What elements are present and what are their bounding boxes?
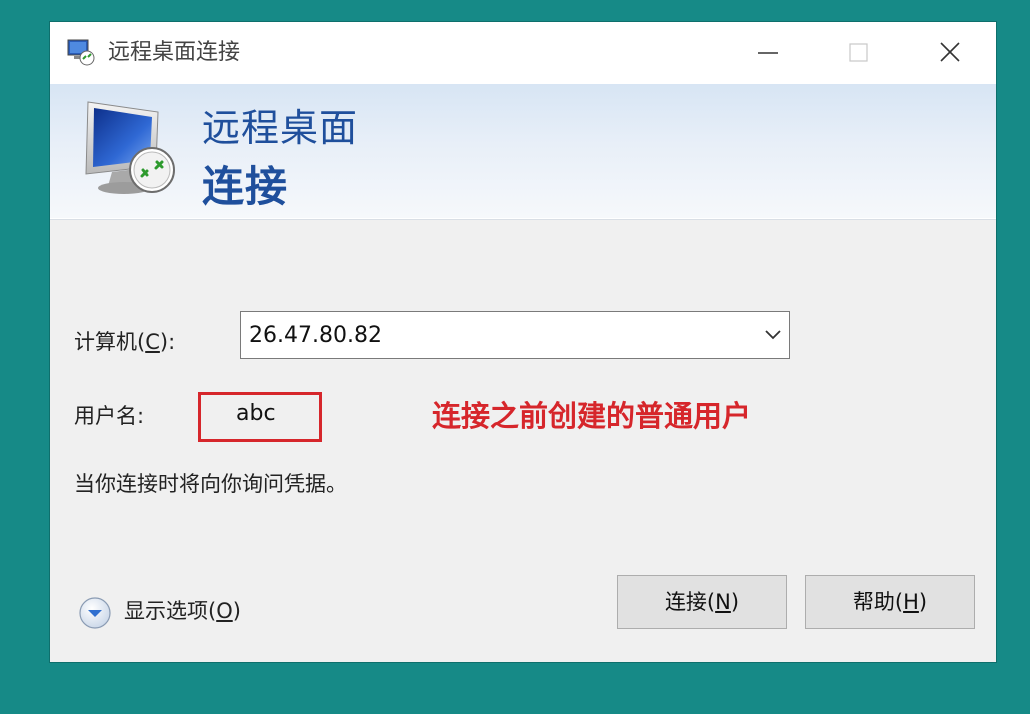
- credentials-note: 当你连接时将向你询问凭据。: [74, 472, 347, 496]
- window-title: 远程桌面连接: [108, 40, 241, 65]
- title-bar[interactable]: 远程桌面连接: [50, 22, 996, 84]
- show-options-toggle[interactable]: 显示选项(O): [124, 596, 241, 626]
- username-label: 用户名:: [74, 404, 145, 428]
- computer-label: 计算机(C):: [74, 330, 176, 354]
- chevron-down-icon[interactable]: [763, 327, 783, 343]
- remote-desktop-monitor-icon: [85, 101, 175, 194]
- annotation-text: 连接之前创建的普通用户: [432, 399, 752, 433]
- banner-title-line1: 远程桌面: [202, 106, 359, 150]
- computer-input[interactable]: 26.47.80.82: [249, 322, 382, 350]
- username-value: abc: [236, 401, 276, 426]
- header-banner: 远程桌面 连接: [50, 84, 996, 220]
- close-icon[interactable]: [930, 36, 970, 70]
- help-button[interactable]: 帮助(H): [805, 575, 975, 629]
- computer-combobox[interactable]: 26.47.80.82: [240, 311, 790, 359]
- minimize-icon[interactable]: [748, 36, 788, 70]
- expand-chevron-icon[interactable]: [78, 596, 112, 630]
- connect-button[interactable]: 连接(N): [617, 575, 787, 629]
- banner-divider: [50, 218, 996, 219]
- remote-desktop-window: 远程桌面连接 远程桌面 连接 计算机(C): 26.47.80.82 用户名: …: [50, 22, 996, 662]
- remote-desktop-icon: [67, 39, 95, 66]
- maximize-icon[interactable]: [838, 36, 878, 70]
- banner-title-line2: 连接: [202, 162, 289, 211]
